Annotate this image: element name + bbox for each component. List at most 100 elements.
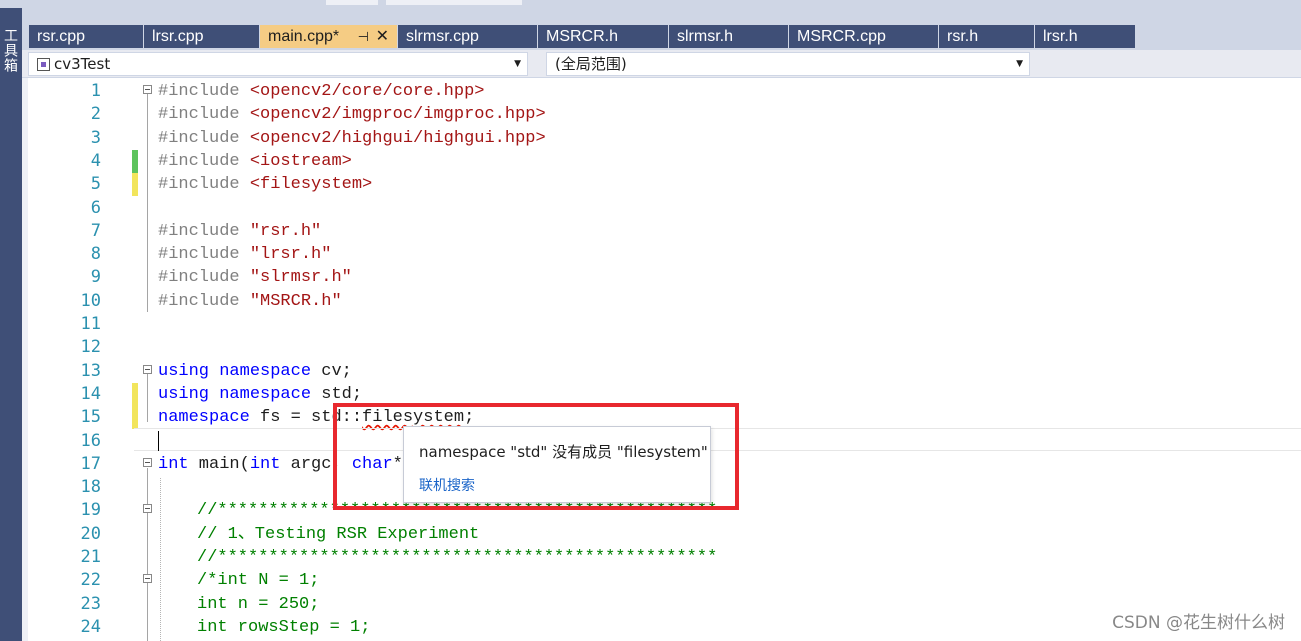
code-token: "slrmsr.h" <box>249 268 352 288</box>
close-icon[interactable]: ✕ <box>376 25 389 48</box>
code-line[interactable]: 22 /*int N = 1; <box>22 569 1301 592</box>
code-comment: int n = 250; <box>197 594 320 614</box>
toolbox-label[interactable]: 工具箱 <box>2 28 20 73</box>
code-token: <iostream> <box>249 151 352 171</box>
code-comment: int rowsStep = 1; <box>197 617 371 637</box>
code-line[interactable]: 8 #include "lrsr.h" <box>22 243 1301 266</box>
chevron-down-icon: ▼ <box>514 59 521 69</box>
code-token: namespace <box>219 361 312 381</box>
collapse-icon[interactable] <box>143 85 152 94</box>
line-number: 13 <box>80 360 101 381</box>
code-text: #include <opencv2/core/core.hpp> <box>158 80 484 103</box>
code-text: #include "slrmsr.h" <box>158 266 352 289</box>
collapse-icon[interactable] <box>143 574 152 584</box>
tab-label: rsr.h <box>947 28 979 45</box>
line-number: 7 <box>90 220 101 241</box>
code-line[interactable]: 10 #include "MSRCR.h" <box>22 290 1301 313</box>
unsaved-change-marker <box>132 406 138 430</box>
tab-msrcr-h[interactable]: MSRCR.h <box>538 25 668 48</box>
code-comment: /*int N = 1; <box>197 571 320 591</box>
code-line[interactable]: 21 //***********************************… <box>22 546 1301 569</box>
line-number: 24 <box>80 616 101 637</box>
tab-label: lrsr.cpp <box>152 28 204 45</box>
tab-rsr-cpp[interactable]: rsr.cpp <box>29 25 143 48</box>
tab-rsr-h[interactable]: rsr.h <box>939 25 1034 48</box>
line-number: 14 <box>80 383 101 404</box>
code-token: #include <box>158 105 250 125</box>
code-line[interactable]: 7 #include "rsr.h" <box>22 220 1301 243</box>
project-icon <box>37 58 50 71</box>
line-number: 12 <box>80 337 101 358</box>
pin-icon[interactable]: ⊣ <box>358 25 369 48</box>
code-line[interactable]: 1 #include <opencv2/core/core.hpp> <box>22 80 1301 103</box>
project-dropdown[interactable]: cv3Test ▼ <box>28 52 528 76</box>
online-search-link[interactable]: 联机搜索 <box>419 475 475 495</box>
code-line[interactable]: 5 #include <filesystem> <box>22 173 1301 197</box>
code-token: namespace <box>158 408 250 428</box>
code-token: int <box>249 454 281 474</box>
watermark: CSDN @花生树什么树 <box>1112 613 1285 633</box>
collapse-icon[interactable] <box>143 364 152 374</box>
line-number: 18 <box>80 477 101 498</box>
navigation-bar: cv3Test ▼ (全局范围) ▼ <box>22 50 1301 78</box>
code-token: #include <box>158 128 250 148</box>
line-number: 9 <box>90 267 101 288</box>
saved-change-marker <box>132 149 138 173</box>
code-token: namespace <box>219 384 312 404</box>
code-token: #include <box>158 151 250 171</box>
code-line[interactable]: 23 int n = 250; <box>22 593 1301 616</box>
chevron-down-icon: ▼ <box>1016 59 1023 69</box>
code-line[interactable]: 24 int rowsStep = 1; <box>22 616 1301 639</box>
toolbox-sidebar[interactable]: 工具箱 <box>0 8 22 641</box>
code-token: "MSRCR.h" <box>249 291 342 311</box>
line-number: 11 <box>80 314 101 334</box>
line-number: 22 <box>80 570 101 591</box>
code-token: <opencv2/imgproc/imgproc.hpp> <box>249 105 546 125</box>
tab-label: slrmsr.h <box>677 28 733 45</box>
code-line[interactable]: 11 <box>22 313 1301 336</box>
tab-label: MSRCR.cpp <box>797 28 886 45</box>
line-number: 5 <box>90 174 101 195</box>
code-token: <opencv2/highgui/highgui.hpp> <box>249 128 546 148</box>
tab-lrsr-cpp[interactable]: lrsr.cpp <box>144 25 259 48</box>
code-line[interactable]: 12 <box>22 336 1301 359</box>
code-line[interactable]: 2 #include <opencv2/imgproc/imgproc.hpp> <box>22 103 1301 126</box>
collapse-icon[interactable] <box>143 457 152 467</box>
line-number: 16 <box>80 430 101 451</box>
code-text: #include <iostream> <box>158 150 352 173</box>
top-toolbar-strip <box>0 0 1301 8</box>
tab-slrmsr-cpp[interactable]: slrmsr.cpp <box>398 25 537 48</box>
text-caret <box>158 431 159 451</box>
code-line[interactable]: 6 <box>22 197 1301 220</box>
unsaved-change-marker <box>132 173 138 197</box>
code-text: #include "rsr.h" <box>158 220 321 243</box>
toolbar-dropdown-remnant[interactable] <box>326 0 378 5</box>
code-token: using <box>158 384 210 404</box>
tab-main-cpp[interactable]: main.cpp* ⊣ ✕ <box>260 25 397 48</box>
line-number: 2 <box>90 104 101 125</box>
code-line[interactable]: 3 #include <opencv2/highgui/highgui.hpp> <box>22 127 1301 150</box>
tab-lrsr-h[interactable]: lrsr.h <box>1035 25 1135 48</box>
line-number: 4 <box>90 150 101 171</box>
code-token: cv; <box>311 361 352 381</box>
code-token: #include <box>158 221 250 241</box>
line-number: 3 <box>90 127 101 148</box>
project-name: cv3Test <box>54 55 111 73</box>
code-text: #include "MSRCR.h" <box>158 290 342 313</box>
line-number: 10 <box>80 290 101 311</box>
line-number: 6 <box>90 197 101 218</box>
tab-msrcr-cpp[interactable]: MSRCR.cpp <box>789 25 938 48</box>
tab-slrmsr-h[interactable]: slrmsr.h <box>669 25 788 48</box>
code-line[interactable]: 13 using namespace cv; <box>22 360 1301 383</box>
code-editor[interactable]: 1 #include <opencv2/core/core.hpp> 2 #in… <box>22 78 1301 641</box>
collapse-icon[interactable] <box>143 504 152 514</box>
code-token: <opencv2/core/core.hpp> <box>249 82 485 101</box>
code-line[interactable]: 20 // 1、Testing RSR Experiment <box>22 523 1301 546</box>
scope-dropdown[interactable]: (全局范围) ▼ <box>546 52 1030 76</box>
code-line[interactable]: 4 #include <iostream> <box>22 149 1301 173</box>
code-token: "lrsr.h" <box>249 245 332 265</box>
error-message: namespace "std" 没有成员 "filesystem" <box>419 443 708 461</box>
code-line[interactable]: 9 #include "slrmsr.h" <box>22 266 1301 289</box>
toolbar-dropdown-remnant[interactable] <box>386 0 522 5</box>
scope-name: (全局范围) <box>555 55 627 73</box>
